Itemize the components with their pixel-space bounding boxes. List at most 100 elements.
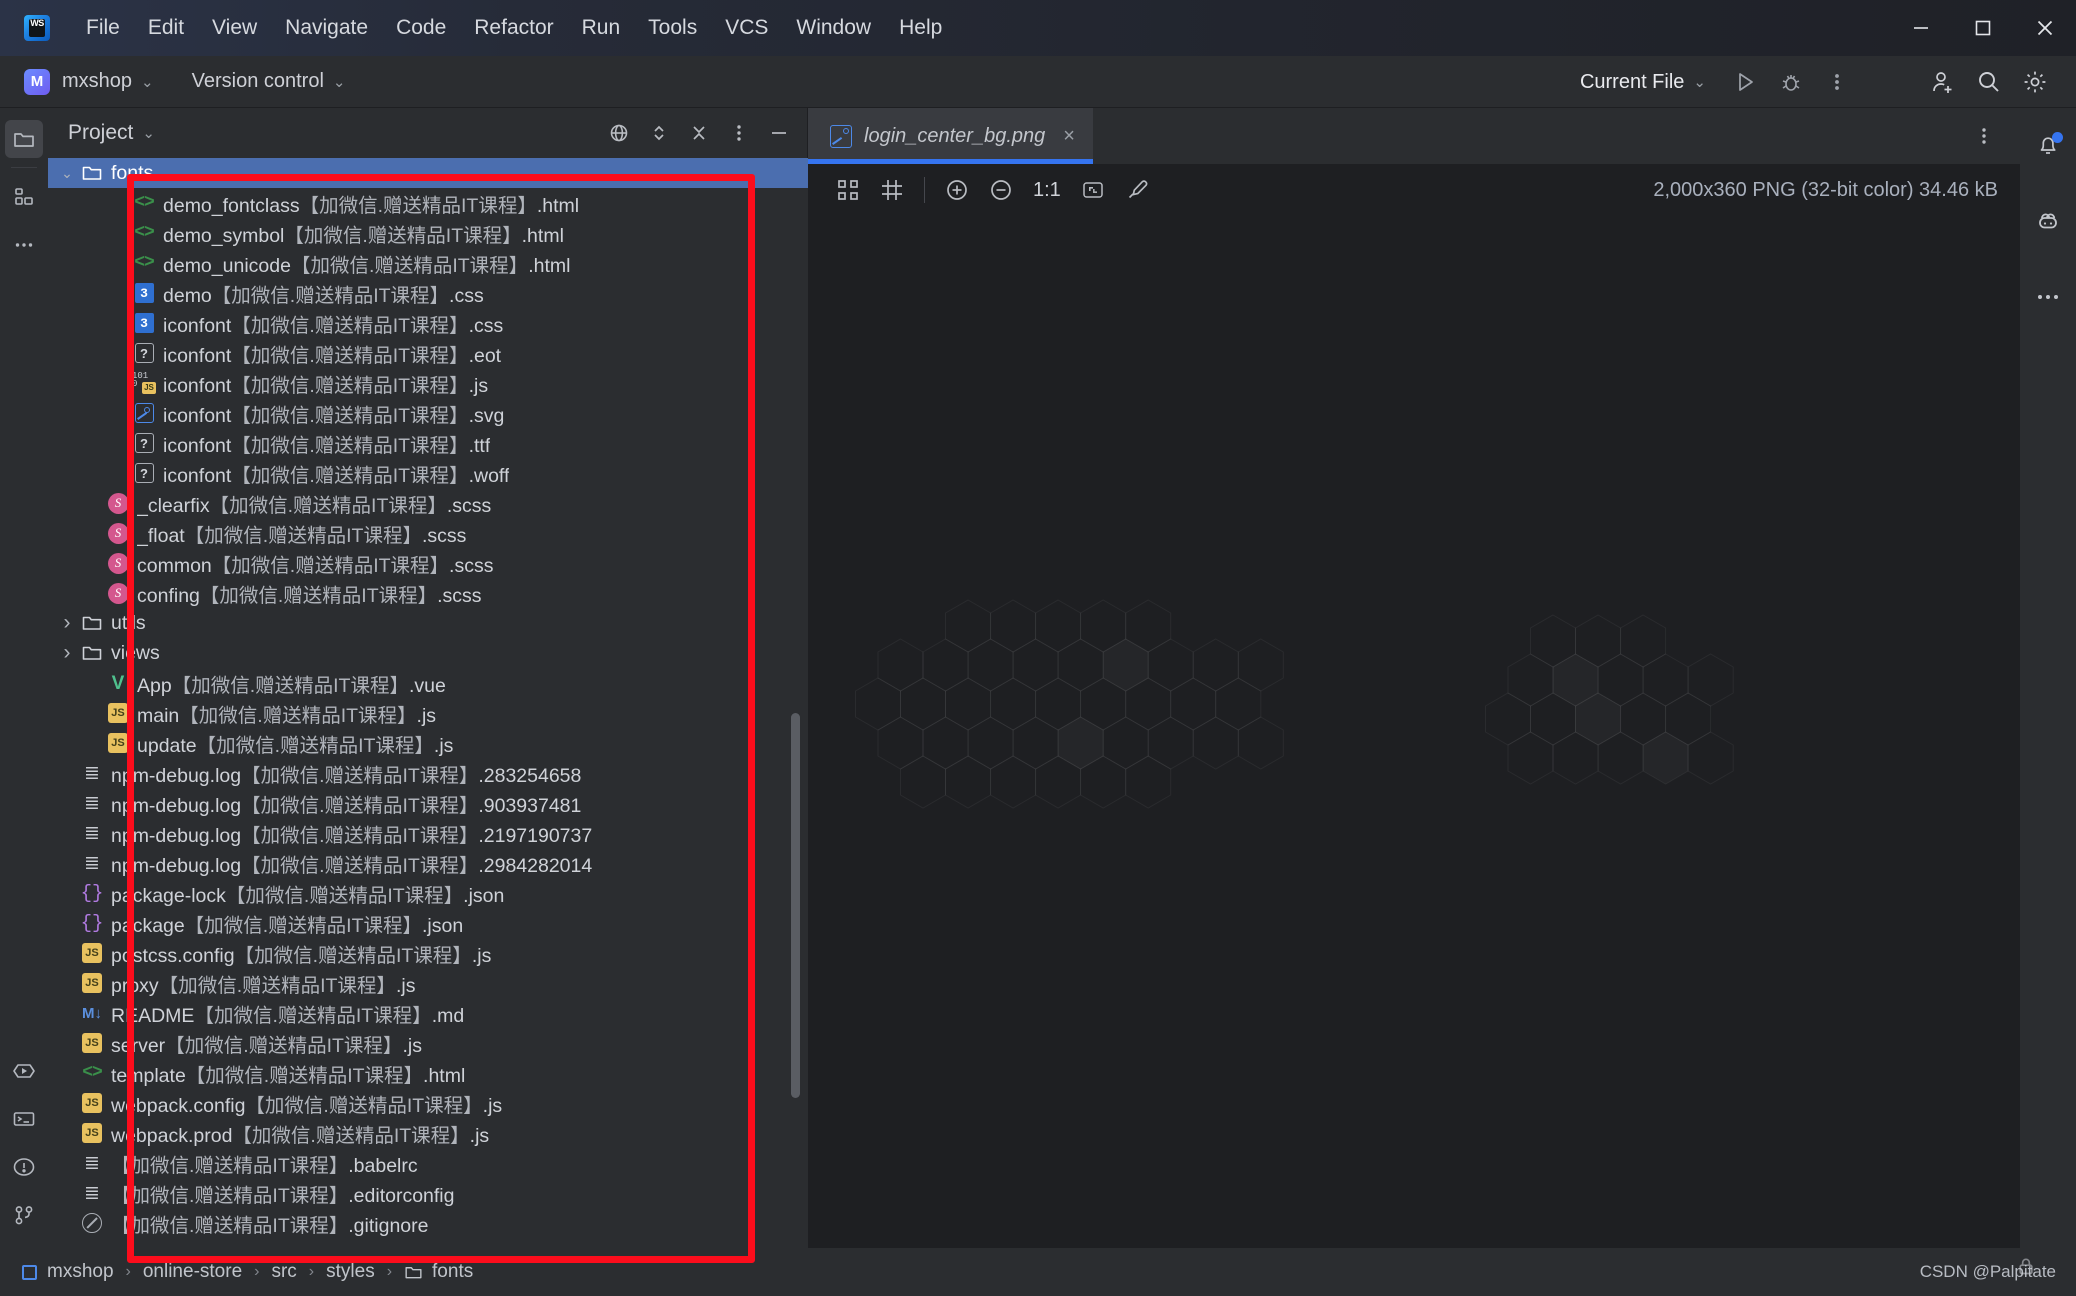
close-icon[interactable]: × (1063, 125, 1075, 148)
tree-row[interactable]: ? iconfont【加微信.赠送精品IT课程】.eot (48, 338, 808, 368)
tree-row[interactable]: JS update【加微信.赠送精品IT课程】.js (48, 728, 808, 758)
maximize-icon[interactable] (1952, 0, 2014, 56)
close-icon[interactable] (2014, 0, 2076, 56)
tree-row[interactable]: {} package【加微信.赠送精品IT课程】.json (48, 908, 808, 938)
locate-icon[interactable] (599, 113, 639, 153)
color-picker-icon[interactable] (1115, 168, 1159, 212)
sidebar-item-problems[interactable] (5, 1148, 43, 1186)
tree-row[interactable]: 101 0 JS iconfont【加微信.赠送精品IT课程】.js (48, 368, 808, 398)
tree-row[interactable]: 3 iconfont【加微信.赠送精品IT课程】.css (48, 308, 808, 338)
version-control-selector[interactable]: Version control ⌄ (192, 70, 346, 93)
menu-item-file[interactable]: File (72, 12, 134, 44)
run-icon[interactable] (1722, 59, 1768, 105)
debug-icon[interactable] (1768, 59, 1814, 105)
tree-row[interactable]: <> demo_fontclass【加微信.赠送精品IT课程】.html (48, 188, 808, 218)
window-controls[interactable] (1890, 0, 2076, 56)
tree-row[interactable]: <> demo_unicode【加微信.赠送精品IT课程】.html (48, 248, 808, 278)
menu-item-view[interactable]: View (198, 12, 271, 44)
tree-row[interactable]: <> template【加微信.赠送精品IT课程】.html (48, 1058, 808, 1088)
notifications-icon[interactable] (2027, 124, 2069, 166)
options-icon[interactable] (719, 113, 759, 153)
breadcrumb-item[interactable]: styles (326, 1261, 375, 1283)
menu-bar[interactable]: File Edit View Navigate Code Refactor Run Tools… (72, 12, 956, 44)
tree-row[interactable]: iconfont【加微信.赠送精品IT课程】.svg (48, 398, 808, 428)
actual-size-label[interactable]: 1:1 (1023, 168, 1071, 212)
sidebar-item-project[interactable] (5, 120, 43, 158)
toggle-transparency-icon[interactable] (826, 168, 870, 212)
tree-row[interactable]: ≣ npm-debug.log【加微信.赠送精品IT课程】.2984282014 (48, 848, 808, 878)
zoom-in-icon[interactable] (935, 168, 979, 212)
file-extension: .js (469, 1124, 490, 1147)
breadcrumb-item[interactable]: src (271, 1261, 296, 1283)
breadcrumb-item[interactable]: mxshop (22, 1261, 114, 1283)
menu-item-code[interactable]: Code (382, 12, 460, 44)
add-user-icon[interactable] (1920, 59, 1966, 105)
sidebar-item-terminal[interactable] (5, 1100, 43, 1138)
toggle-grid-icon[interactable] (870, 168, 914, 212)
menu-item-tools[interactable]: Tools (634, 12, 711, 44)
sidebar-item-version-control[interactable] (5, 1196, 43, 1234)
tree-row[interactable]: ? iconfont【加微信.赠送精品IT课程】.woff (48, 458, 808, 488)
tree-row[interactable]: ⌄ fonts (48, 158, 808, 188)
hide-icon[interactable] (759, 113, 799, 153)
tree-row[interactable]: › views (48, 638, 808, 668)
more-tools-icon[interactable] (2027, 276, 2069, 318)
tree-row[interactable]: ≣ npm-debug.log【加微信.赠送精品IT课程】.2197190737 (48, 818, 808, 848)
chevron-down-icon[interactable]: ⌄ (56, 165, 78, 182)
search-icon[interactable] (1966, 59, 2012, 105)
breadcrumb-item[interactable]: fonts (404, 1261, 473, 1283)
menu-item-vcs[interactable]: VCS (711, 12, 782, 44)
tree-row[interactable]: JS main【加微信.赠送精品IT课程】.js (48, 698, 808, 728)
tree-row[interactable]: S _float【加微信.赠送精品IT课程】.scss (48, 518, 808, 548)
tree-row[interactable]: ≣ npm-debug.log【加微信.赠送精品IT课程】.903937481 (48, 788, 808, 818)
tree-row[interactable]: JS postcss.config【加微信.赠送精品IT课程】.js (48, 938, 808, 968)
more-vertical-icon[interactable] (1962, 114, 2006, 158)
minimize-icon[interactable] (1890, 0, 1952, 56)
tree-row[interactable]: JS webpack.config【加微信.赠送精品IT课程】.js (48, 1088, 808, 1118)
sidebar-item-structure[interactable] (5, 178, 43, 216)
file-base-name: views (111, 641, 160, 664)
tree-row[interactable]: M↓ README【加微信.赠送精品IT课程】.md (48, 998, 808, 1028)
tree-row[interactable]: ≣ 【加微信.赠送精品IT课程】.babelrc (48, 1148, 808, 1178)
breadcrumb-item[interactable]: online-store (143, 1261, 242, 1283)
menu-item-edit[interactable]: Edit (134, 12, 198, 44)
menu-item-navigate[interactable]: Navigate (271, 12, 382, 44)
tree-row[interactable]: {} package-lock【加微信.赠送精品IT课程】.json (48, 878, 808, 908)
fit-content-icon[interactable] (1071, 168, 1115, 212)
tree-row[interactable]: JS webpack.prod【加微信.赠送精品IT课程】.js (48, 1118, 808, 1148)
project-file-tree[interactable]: ⌄ fonts <> demo_fontclass【加微信.赠送精品IT课程】.htm… (48, 158, 808, 1248)
more-vertical-icon[interactable] (1814, 59, 1860, 105)
chevron-right-icon[interactable]: › (56, 611, 78, 635)
collapse-all-icon[interactable] (679, 113, 719, 153)
editor-tab-login-center-bg[interactable]: login_center_bg.png × (808, 108, 1093, 164)
tree-row[interactable]: Sconfing【加微信.赠送精品IT课程】.scss (48, 578, 808, 608)
sidebar-item-run[interactable] (5, 1052, 43, 1090)
tree-scrollbar[interactable] (791, 713, 800, 1098)
chevron-right-icon[interactable]: › (56, 641, 78, 665)
chevron-down-icon[interactable]: ⌄ (142, 124, 155, 142)
menu-item-refactor[interactable]: Refactor (460, 12, 567, 44)
menu-item-window[interactable]: Window (782, 12, 885, 44)
expand-collapse-icon[interactable] (639, 113, 679, 153)
tree-row[interactable]: JS server【加微信.赠送精品IT课程】.js (48, 1028, 808, 1058)
ai-assistant-icon[interactable] (2027, 200, 2069, 242)
tree-row[interactable]: 【加微信.赠送精品IT课程】.gitignore (48, 1208, 808, 1238)
tree-row[interactable]: ≣ npm-debug.log【加微信.赠送精品IT课程】.283254658 (48, 758, 808, 788)
tree-row[interactable]: S _clearfix【加微信.赠送精品IT课程】.scss (48, 488, 808, 518)
tree-row[interactable]: ≣ 【加微信.赠送精品IT课程】.editorconfig (48, 1178, 808, 1208)
breadcrumb[interactable]: mxshop › online-store › src › styles › fonts (22, 1261, 473, 1283)
settings-icon[interactable] (2012, 59, 2058, 105)
tree-row[interactable]: Scommon【加微信.赠送精品IT课程】.scss (48, 548, 808, 578)
tree-row[interactable]: 3 demo【加微信.赠送精品IT课程】.css (48, 278, 808, 308)
tree-row[interactable]: V App【加微信.赠送精品IT课程】.vue (48, 668, 808, 698)
menu-item-help[interactable]: Help (885, 12, 956, 44)
menu-item-run[interactable]: Run (568, 12, 635, 44)
tree-row[interactable]: <> demo_symbol【加微信.赠送精品IT课程】.html (48, 218, 808, 248)
zoom-out-icon[interactable] (979, 168, 1023, 212)
project-selector[interactable]: M mxshop ⌄ (24, 68, 154, 95)
tree-row[interactable]: JS proxy【加微信.赠送精品IT课程】.js (48, 968, 808, 998)
tree-row[interactable]: ? iconfont【加微信.赠送精品IT课程】.ttf (48, 428, 808, 458)
run-configuration-selector[interactable]: Current File ⌄ (1580, 71, 1706, 94)
sidebar-item-more-tools[interactable] (5, 226, 43, 264)
tree-row[interactable]: › utils (48, 608, 808, 638)
